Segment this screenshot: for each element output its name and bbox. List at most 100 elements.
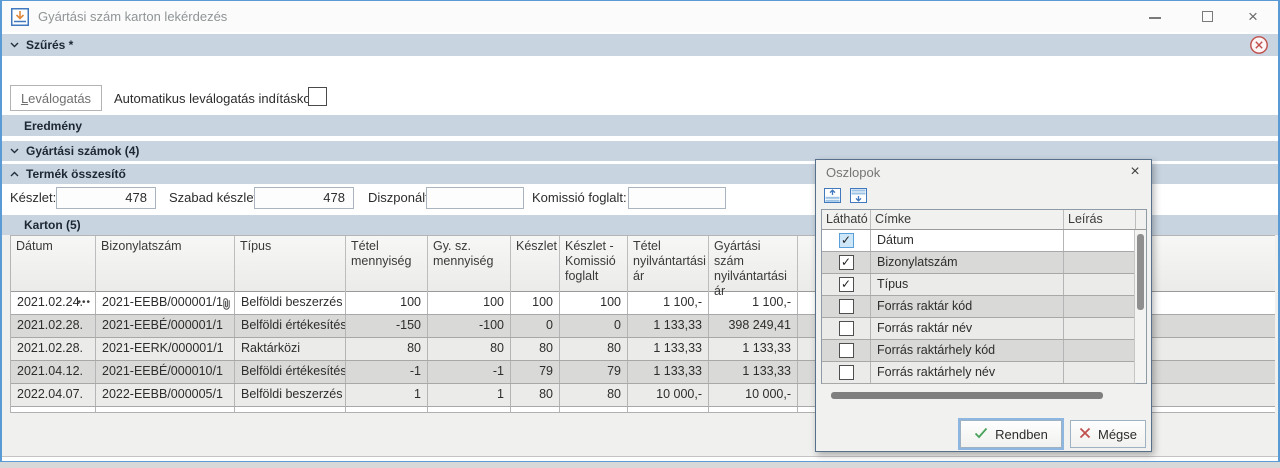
table-cell (511, 407, 560, 412)
serials-section-label: Gyártási számok (4) (26, 144, 139, 158)
horizontal-scrollbar-thumb[interactable] (831, 392, 1103, 399)
table-cell: -1 (428, 361, 511, 383)
table-cell: 398 249,41 (709, 315, 798, 337)
move-column-down-icon[interactable] (848, 186, 868, 204)
clear-filter-icon[interactable] (1249, 35, 1269, 55)
list-header-leiras[interactable]: Leírás (1064, 210, 1136, 229)
free-stock-label: Szabad készlet: (169, 190, 261, 205)
list-header-cimke[interactable]: Címke (871, 210, 1064, 229)
serials-section-header[interactable]: Gyártási számok (4) (2, 141, 1278, 161)
column-description (1064, 318, 1136, 339)
title-bar: Gyártási szám karton lekérdezés × (2, 1, 1278, 32)
close-button[interactable]: × (1238, 6, 1268, 28)
stock-label: Készlet: (10, 190, 56, 205)
visible-cell: ✓ (822, 252, 871, 273)
disposed-field[interactable] (426, 187, 524, 209)
table-cell: -1 (346, 361, 428, 383)
stock-field[interactable]: 478 (56, 187, 156, 209)
table-cell: 80 (560, 338, 628, 360)
visible-cell (822, 296, 871, 317)
table-cell: 2022-EEBB/000005/1 (96, 384, 235, 406)
attachment-paperclip-icon (222, 296, 231, 314)
app-icon (11, 8, 29, 26)
table-cell: 1 100,- (628, 292, 709, 314)
table-cell: 0 (511, 315, 560, 337)
table-cell (628, 407, 709, 412)
column-list-item[interactable]: ✓ Bizonylatszám (822, 252, 1136, 274)
visibility-checkbox[interactable] (839, 343, 854, 358)
table-cell: 1 100,- (709, 292, 798, 314)
table-cell (560, 407, 628, 412)
free-stock-field[interactable]: 478 (254, 187, 354, 209)
move-column-up-icon[interactable] (822, 186, 842, 204)
table-cell: -150 (346, 315, 428, 337)
filter-section-label: Szűrés * (26, 38, 73, 52)
disposed-label: Diszponált: (368, 190, 432, 205)
check-icon (974, 427, 988, 442)
commission-field[interactable] (628, 187, 726, 209)
visibility-checkbox[interactable] (839, 299, 854, 314)
column-description (1064, 230, 1136, 251)
column-list-item[interactable]: ✓Dátum (822, 230, 1136, 252)
vertical-scrollbar-thumb[interactable] (1137, 234, 1144, 310)
horizontal-scrollbar[interactable] (823, 391, 1137, 401)
dialog-toolbar (822, 186, 868, 206)
table-cell: 80 (346, 338, 428, 360)
column-description (1064, 252, 1136, 273)
column-description (1064, 340, 1136, 361)
table-cell: 80 (511, 338, 560, 360)
visibility-checkbox[interactable]: ✓ (839, 233, 854, 248)
table-cell (346, 407, 428, 412)
row-detail-button[interactable]: ••• (77, 292, 91, 313)
minimize-button[interactable] (1140, 6, 1170, 28)
table-cell: Raktárközi (235, 338, 346, 360)
dialog-close-icon[interactable]: × (1125, 162, 1145, 182)
auto-start-checkbox[interactable] (308, 87, 327, 106)
column-list-item[interactable]: Forrás raktárhely kód (822, 340, 1136, 362)
column-list-item[interactable]: Forrás raktár kód (822, 296, 1136, 318)
list-header-lathato[interactable]: Látható (822, 210, 871, 229)
chevron-up-icon (10, 171, 19, 177)
muster-button[interactable]: Leválogatás (10, 85, 102, 111)
column-description (1064, 274, 1136, 295)
filter-section-header[interactable]: Szűrés * (2, 34, 1278, 56)
visibility-checkbox[interactable] (839, 321, 854, 336)
vertical-scrollbar[interactable] (1134, 230, 1146, 383)
table-cell: Belföldi értékesítés (235, 315, 346, 337)
table-cell: Belföldi beszerzés (235, 384, 346, 406)
column-label: Bizonylatszám (871, 252, 1064, 273)
karton-section-label: Karton (5) (24, 218, 81, 232)
table-cell: 1 133,33 (709, 338, 798, 360)
visibility-checkbox[interactable]: ✓ (839, 255, 854, 270)
table-cell: 1 133,33 (709, 361, 798, 383)
table-cell: 1 133,33 (628, 315, 709, 337)
commission-label: Komissió foglalt: (532, 190, 627, 205)
column-label: Típus (871, 274, 1064, 295)
columns-dialog: Oszlopok × Látható Címke Leírás ✓Dátum✓B… (815, 159, 1152, 452)
cancel-button[interactable]: Mégse (1070, 420, 1146, 448)
table-cell: 100 (511, 292, 560, 314)
column-label: Forrás raktár név (871, 318, 1064, 339)
result-section-header[interactable]: Eredmény (2, 115, 1278, 136)
list-header-filler (1136, 210, 1148, 229)
maximize-button[interactable] (1192, 6, 1222, 28)
visible-cell (822, 340, 871, 361)
table-cell: 1 133,33 (628, 361, 709, 383)
ok-button[interactable]: Rendben (960, 420, 1062, 448)
column-list-item[interactable]: Forrás raktár név (822, 318, 1136, 340)
visibility-checkbox[interactable] (839, 365, 854, 380)
table-cell: 10 000,- (709, 384, 798, 406)
chevron-down-icon (10, 148, 19, 154)
column-list-item[interactable]: Forrás raktárhely név (822, 362, 1136, 384)
table-cell: 2021.02.24.••• (11, 292, 96, 314)
table-cell: 1 133,33 (628, 338, 709, 360)
visible-cell (822, 362, 871, 383)
columns-list: Látható Címke Leírás ✓Dátum✓Bizonylatszá… (821, 209, 1147, 384)
visible-cell: ✓ (822, 230, 871, 251)
visibility-checkbox[interactable]: ✓ (839, 277, 854, 292)
column-list-item[interactable]: ✓ Típus (822, 274, 1136, 296)
table-cell: 1 (428, 384, 511, 406)
table-cell: -100 (428, 315, 511, 337)
table-cell: 80 (511, 384, 560, 406)
column-label: Forrás raktár kód (871, 296, 1064, 317)
